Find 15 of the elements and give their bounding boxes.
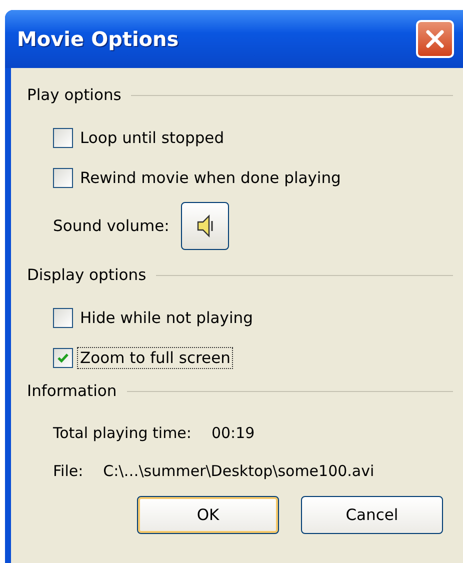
info-value: C:\…\summer\Desktop\some100.avi bbox=[103, 462, 374, 480]
info-label: File: bbox=[53, 462, 84, 480]
window-title: Movie Options bbox=[17, 27, 179, 51]
section-heading: Display options bbox=[27, 266, 146, 284]
dialog-button[interactable]: OK bbox=[137, 496, 279, 534]
section-heading: Play options bbox=[27, 86, 122, 104]
checkbox-label[interactable]: Rewind movie when done playing bbox=[77, 167, 344, 189]
dialog-button[interactable]: Cancel bbox=[301, 496, 443, 534]
info-label: Total playing time: bbox=[53, 424, 192, 442]
checkbox-label[interactable]: Loop until stopped bbox=[77, 127, 228, 149]
info-value: 00:19 bbox=[211, 424, 255, 442]
section-heading: Information bbox=[27, 382, 117, 400]
checkbox-label[interactable]: Hide while not playing bbox=[77, 307, 256, 329]
checkbox-label[interactable]: Zoom to full screen bbox=[77, 347, 234, 369]
volume-label: Sound volume: bbox=[53, 217, 170, 235]
